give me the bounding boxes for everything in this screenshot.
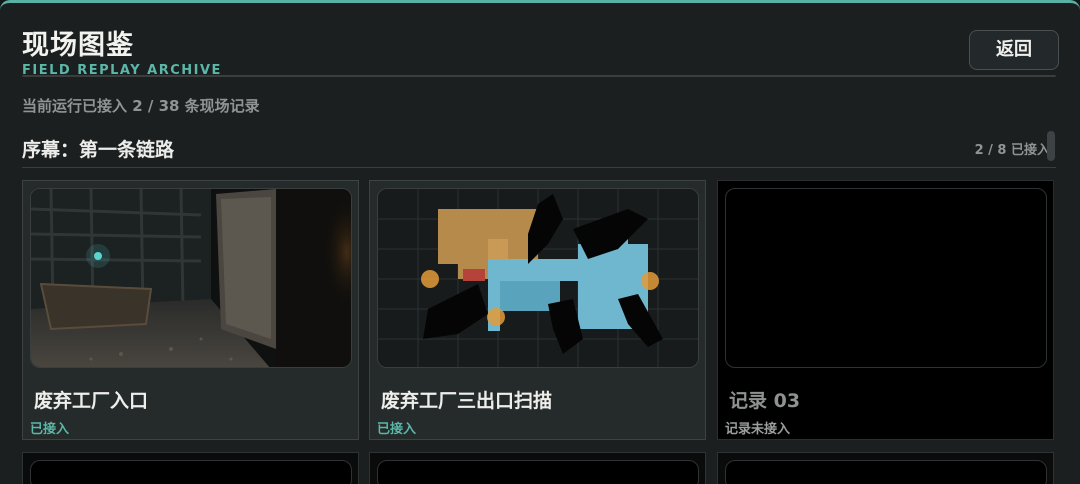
section-divider <box>22 167 1056 168</box>
record-title: 废弃工厂三出口扫描 <box>381 390 553 412</box>
record-card-5-partial[interactable] <box>369 452 706 484</box>
record-title: 废弃工厂入口 <box>34 390 149 412</box>
record-thumbnail <box>377 460 699 484</box>
section-count: 2 / 8 已接入 <box>974 143 1050 158</box>
record-card-1[interactable]: 废弃工厂入口 已接入 <box>22 180 359 440</box>
page-title: 现场图鉴 <box>22 30 134 61</box>
record-status: 已接入 <box>30 422 70 437</box>
record-thumbnail <box>725 460 1047 484</box>
header-divider <box>22 75 1056 77</box>
record-card-4-partial[interactable] <box>22 452 359 484</box>
record-title: 记录 03 <box>729 390 801 412</box>
run-progress-text: 当前运行已接入 2 / 38 条现场记录 <box>22 97 260 115</box>
scrollbar-thumb[interactable] <box>1047 131 1055 161</box>
record-thumbnail-map-scan <box>377 188 699 368</box>
record-status: 记录未接入 <box>725 422 791 437</box>
record-card-6-partial[interactable] <box>717 452 1054 484</box>
record-thumbnail <box>30 460 352 484</box>
back-button[interactable]: 返回 <box>969 30 1059 70</box>
record-card-3-locked[interactable]: 记录 03 记录未接入 <box>717 180 1054 440</box>
record-status: 已接入 <box>377 422 417 437</box>
section-title: 序幕：第一条链路 <box>22 139 175 161</box>
factory-entrance-image <box>31 189 351 367</box>
record-card-2[interactable]: 废弃工厂三出口扫描 已接入 <box>369 180 706 440</box>
record-thumbnail-locked <box>725 188 1047 368</box>
archive-panel: 现场图鉴 FIELD REPLAY ARCHIVE 返回 当前运行已接入 2 /… <box>0 0 1080 484</box>
factory-map-image <box>378 189 698 367</box>
record-thumbnail-factory-entrance <box>30 188 352 368</box>
